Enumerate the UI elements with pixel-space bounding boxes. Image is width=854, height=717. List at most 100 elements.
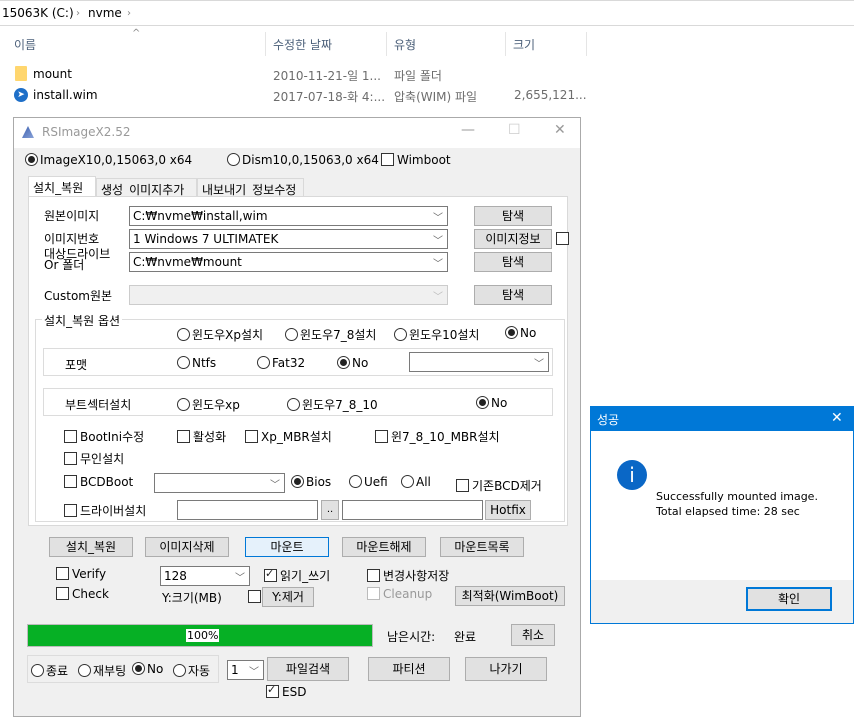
- column-name[interactable]: 이름: [14, 36, 36, 53]
- install-7-8-radio[interactable]: 윈도우7_8설치: [285, 326, 376, 343]
- column-type[interactable]: 유형: [394, 36, 416, 53]
- image-index-combo[interactable]: 1 Windows 7 ULTIMATEK ﹀: [129, 229, 448, 249]
- after-shutdown-radio[interactable]: 종료: [31, 662, 68, 679]
- file-row[interactable]: [14, 66, 30, 82]
- win7-mbr-checkbox[interactable]: 윈7_8_10_MBR설치: [375, 428, 500, 445]
- remove-bcd-checkbox[interactable]: 기존BCD제거: [456, 477, 542, 494]
- file-date: 2010-11-21-일 1...: [273, 69, 382, 83]
- file-name[interactable]: mount: [33, 67, 72, 81]
- exit-button[interactable]: 나가기: [465, 657, 547, 681]
- image-info-button[interactable]: 이미지정보: [474, 229, 552, 249]
- breadcrumb-folder[interactable]: nvme: [88, 6, 122, 20]
- esd-checkbox[interactable]: ESD: [266, 683, 306, 699]
- bootsector-no-radio[interactable]: No: [476, 396, 507, 410]
- cancel-button[interactable]: 취소: [511, 624, 555, 646]
- firmware-bios-radio[interactable]: Bios: [291, 475, 331, 489]
- tab-export-info[interactable]: 내보내기_정보수정: [197, 178, 304, 197]
- bootini-checkbox[interactable]: BootIni수정: [64, 428, 144, 445]
- ok-button[interactable]: 확인: [746, 587, 832, 611]
- install-xp-radio[interactable]: 윈도우Xp설치: [177, 326, 263, 343]
- dialog-close-button[interactable]: ✕: [831, 410, 843, 426]
- dialog-footer: 확인: [591, 580, 853, 623]
- format-drive-combo[interactable]: ﹀: [409, 352, 549, 372]
- target-folder-combo[interactable]: C:₩nvme₩mount ﹀: [129, 252, 448, 272]
- hotfix-path-input[interactable]: [342, 500, 483, 520]
- xp-mbr-checkbox[interactable]: Xp_MBR설치: [245, 428, 332, 445]
- breadcrumb-drive[interactable]: 15063K (C:): [2, 6, 74, 20]
- format-fat32-radio[interactable]: Fat32: [257, 356, 305, 370]
- after-reboot-radio[interactable]: 재부팅: [78, 662, 126, 679]
- after-no-radio[interactable]: No: [132, 662, 163, 676]
- tab-create-append[interactable]: 생성_이미지추가: [96, 178, 197, 197]
- after-auto-radio[interactable]: 자동: [173, 662, 210, 679]
- y-remove-checkbox[interactable]: [248, 590, 261, 603]
- driver-install-checkbox[interactable]: 드라이버설치: [64, 502, 146, 519]
- sort-up-icon: ^: [132, 28, 141, 39]
- source-image-combo[interactable]: C:₩nvme₩install,wim ﹀: [129, 206, 448, 226]
- hotfix-button[interactable]: Hotfix: [485, 500, 531, 520]
- bcdboot-drive-combo[interactable]: ﹀: [154, 473, 285, 493]
- firmware-all-radio[interactable]: All: [401, 475, 431, 489]
- radio-selected-icon: [505, 326, 518, 339]
- unmount-button[interactable]: 마운트해제: [342, 537, 426, 557]
- partition-button[interactable]: 파티션: [368, 657, 450, 681]
- format-no-radio[interactable]: No: [337, 356, 368, 370]
- readwrite-checkbox[interactable]: 읽기_쓰기: [264, 567, 330, 584]
- bootsector-7-8-10-radio[interactable]: 윈도우7_8_10: [287, 396, 378, 413]
- firmware-uefi-radio[interactable]: Uefi: [349, 475, 388, 489]
- format-ntfs-radio[interactable]: Ntfs: [177, 356, 216, 370]
- progress-bar: 100%: [27, 624, 373, 647]
- image-info-checkbox[interactable]: [556, 232, 569, 245]
- mount-button[interactable]: 마운트: [245, 537, 329, 557]
- radio-icon: [177, 398, 190, 411]
- y-remove-button[interactable]: Y:제거: [262, 587, 314, 607]
- count-combo[interactable]: 1 ﹀: [227, 660, 264, 680]
- progress-percent: 100%: [186, 629, 220, 642]
- tab-install-restore[interactable]: 설치_복원: [28, 176, 96, 197]
- activate-checkbox[interactable]: 활성화: [177, 428, 226, 445]
- radio-selected-icon: [476, 396, 489, 409]
- info-icon: i: [617, 460, 647, 490]
- engine-dism-radio[interactable]: Dism10,0,15063,0 x64: [227, 153, 379, 167]
- radio-icon: [285, 328, 298, 341]
- chevron-down-icon: ﹀: [433, 213, 443, 224]
- driver-browse-button[interactable]: ..: [321, 500, 339, 520]
- radio-icon: [78, 664, 91, 677]
- cleanup-checkbox[interactable]: Cleanup: [367, 587, 432, 601]
- save-changes-checkbox[interactable]: 변경사항저장: [367, 567, 449, 584]
- browse-target-button[interactable]: 탐색: [474, 252, 552, 272]
- file-search-button[interactable]: 파일검색: [267, 657, 349, 681]
- check-checkbox[interactable]: Check: [56, 587, 109, 601]
- checkbox-icon: [64, 452, 77, 465]
- engine-imagex-radio[interactable]: ImageX10,0,15063,0 x64: [25, 153, 192, 167]
- install-restore-button[interactable]: 설치_복원: [49, 537, 133, 557]
- bootsector-xp-radio[interactable]: 윈도우xp: [177, 396, 240, 413]
- wimboot-checkbox[interactable]: Wimboot: [381, 153, 451, 167]
- maximize-button[interactable]: ☐: [508, 122, 521, 138]
- window-title: RSImageX2.52: [42, 125, 131, 139]
- file-name[interactable]: install.wim: [33, 88, 98, 102]
- custom-source-label: Custom원본: [44, 289, 113, 303]
- chevron-down-icon: ﹀: [433, 236, 443, 247]
- driver-path-input[interactable]: [177, 500, 318, 520]
- bcdboot-checkbox[interactable]: BCDBoot: [64, 475, 133, 489]
- mount-list-button[interactable]: 마운트목록: [440, 537, 524, 557]
- breadcrumb-chevron-icon: ›: [127, 8, 131, 19]
- unattend-checkbox[interactable]: 무인설치: [64, 450, 124, 467]
- folder-icon: [15, 66, 27, 81]
- scratch-size-combo[interactable]: 128 ﹀: [160, 566, 250, 586]
- optimize-wimboot-button[interactable]: 최적화(WimBoot): [455, 586, 565, 606]
- verify-checkbox[interactable]: Verify: [56, 567, 106, 581]
- browse-source-button[interactable]: 탐색: [474, 206, 552, 226]
- delete-image-button[interactable]: 이미지삭제: [145, 537, 229, 557]
- close-button[interactable]: ✕: [554, 122, 566, 138]
- custom-source-combo[interactable]: ﹀: [129, 285, 448, 305]
- install-no-radio[interactable]: No: [505, 326, 536, 340]
- browse-custom-button[interactable]: 탐색: [474, 285, 552, 305]
- address-bar[interactable]: 15063K (C:) › nvme ›: [0, 0, 854, 26]
- column-date[interactable]: 수정한 날짜: [273, 36, 332, 53]
- install-10-radio[interactable]: 윈도우10설치: [394, 326, 479, 343]
- minimize-button[interactable]: —: [461, 122, 475, 138]
- checkbox-icon: [367, 569, 380, 582]
- column-size[interactable]: 크기: [513, 36, 535, 53]
